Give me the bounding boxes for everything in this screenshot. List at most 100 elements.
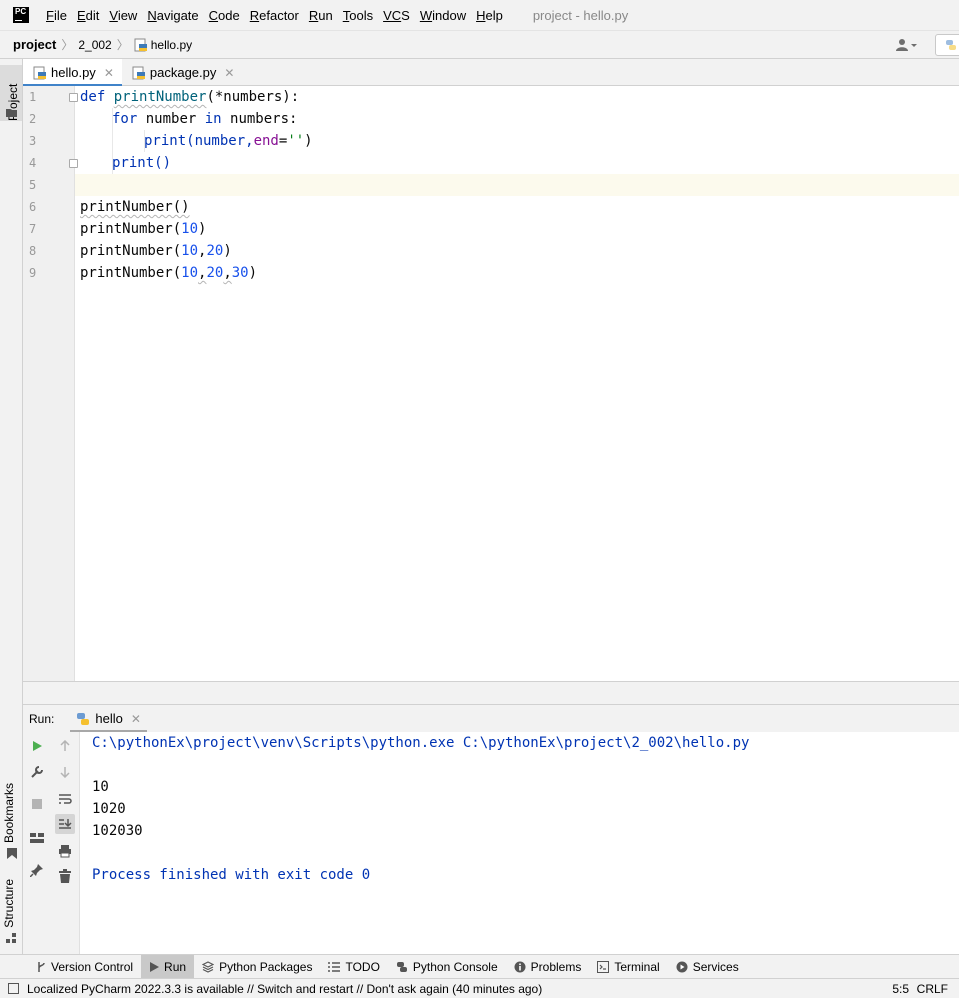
arrow-down-icon bbox=[60, 767, 70, 778]
code-editor[interactable]: 1 2 3 4 5 6 7 8 9 def printNumber(*numbe… bbox=[23, 86, 959, 681]
console-output-line: 10 bbox=[92, 779, 109, 795]
todo-button[interactable]: TODO bbox=[320, 955, 387, 979]
services-button[interactable]: Services bbox=[668, 955, 747, 979]
status-message[interactable]: Localized PyCharm 2022.3.3 is available … bbox=[27, 982, 542, 996]
close-icon[interactable]: ✕ bbox=[131, 712, 141, 726]
python-file-icon bbox=[33, 66, 46, 79]
stop-button[interactable] bbox=[27, 794, 47, 814]
structure-icon bbox=[6, 933, 16, 943]
pycharm-logo-icon: PC bbox=[13, 7, 29, 23]
scroll-down-button[interactable] bbox=[55, 762, 75, 782]
python-console-label: Python Console bbox=[412, 959, 498, 974]
terminal-button[interactable]: Terminal bbox=[589, 955, 667, 979]
run-config-selector[interactable] bbox=[935, 34, 959, 56]
pin-icon bbox=[30, 864, 43, 877]
caret-position[interactable]: 5:5 bbox=[892, 982, 909, 996]
code-line-7: printNumber(10) bbox=[80, 221, 207, 237]
stop-icon bbox=[32, 799, 42, 809]
fold-start-icon[interactable] bbox=[69, 93, 78, 102]
printer-icon bbox=[59, 845, 71, 858]
menu-file[interactable]: File bbox=[46, 8, 67, 23]
print-button[interactable] bbox=[55, 841, 75, 861]
code-line-4: print() bbox=[112, 155, 172, 171]
edit-config-button[interactable] bbox=[27, 762, 47, 782]
close-icon[interactable]: ✕ bbox=[224, 66, 234, 80]
python-packages-button[interactable]: Python Packages bbox=[194, 955, 320, 979]
status-bar: Localized PyCharm 2022.3.3 is available … bbox=[0, 978, 959, 998]
breadcrumb-separator-icon: 〉 bbox=[116, 38, 129, 52]
menu-edit[interactable]: Edit bbox=[77, 8, 99, 23]
menu-window[interactable]: Window bbox=[420, 8, 466, 23]
line-number: 6 bbox=[29, 200, 37, 214]
tab-label: package.py bbox=[149, 65, 217, 80]
breadcrumb-file[interactable]: hello.py bbox=[134, 38, 192, 52]
clear-all-button[interactable] bbox=[55, 866, 75, 886]
python-console-button[interactable]: Python Console bbox=[388, 955, 506, 979]
python-icon bbox=[946, 40, 956, 50]
run-tool-button[interactable]: Run bbox=[141, 954, 195, 979]
list-icon bbox=[328, 961, 341, 972]
run-tab-label: hello bbox=[95, 711, 123, 726]
user-account-icon[interactable] bbox=[895, 37, 919, 53]
breadcrumb-folder[interactable]: 2_002 bbox=[78, 38, 111, 52]
info-icon bbox=[514, 961, 526, 973]
menu-run[interactable]: Run bbox=[309, 8, 333, 23]
breadcrumb-file-label: hello.py bbox=[150, 37, 193, 52]
wrap-icon bbox=[59, 794, 72, 804]
services-label: Services bbox=[692, 959, 739, 974]
scroll-up-button[interactable] bbox=[55, 736, 75, 756]
menu-code[interactable]: Code bbox=[209, 8, 240, 23]
run-console[interactable]: C:\pythonEx\project\venv\Scripts\python.… bbox=[80, 732, 959, 954]
python-icon bbox=[396, 961, 408, 973]
editor-tabs: hello.py ✕ package.py ✕ bbox=[23, 59, 959, 87]
play-icon bbox=[149, 961, 160, 972]
fold-end-icon[interactable] bbox=[69, 159, 78, 168]
services-icon bbox=[676, 961, 688, 973]
toggle-tool-windows-icon[interactable] bbox=[8, 983, 19, 994]
run-panel-label: Run: bbox=[29, 711, 55, 726]
line-number: 8 bbox=[29, 244, 37, 258]
breadcrumb-separator-icon: 〉 bbox=[61, 38, 74, 52]
line-ending[interactable]: CRLF bbox=[917, 982, 948, 996]
python-icon bbox=[77, 712, 90, 725]
structure-tool-tab[interactable]: Structure bbox=[2, 879, 16, 928]
menu-navigate[interactable]: Navigate bbox=[147, 8, 198, 23]
problems-button[interactable]: Problems bbox=[506, 955, 590, 979]
close-icon[interactable]: ✕ bbox=[104, 66, 114, 80]
run-tab-hello[interactable]: hello ✕ bbox=[70, 705, 147, 733]
tab-package-py[interactable]: package.py ✕ bbox=[122, 59, 243, 86]
editor-gutter[interactable]: 1 2 3 4 5 6 7 8 9 bbox=[23, 86, 75, 681]
play-icon bbox=[33, 741, 42, 751]
breadcrumb-project[interactable]: project bbox=[13, 37, 56, 52]
version-control-button[interactable]: Version Control bbox=[28, 955, 141, 979]
line-number: 3 bbox=[29, 134, 37, 148]
scroll-to-end-icon bbox=[59, 819, 72, 829]
code-line-8: printNumber(10,20) bbox=[80, 243, 232, 259]
code-line-6: printNumber() bbox=[80, 199, 190, 215]
tab-hello-py[interactable]: hello.py ✕ bbox=[23, 59, 122, 87]
layout-button[interactable] bbox=[27, 828, 47, 848]
layers-icon bbox=[202, 960, 215, 973]
menu-view[interactable]: View bbox=[109, 8, 137, 23]
menu-vcs[interactable]: VCS bbox=[383, 8, 410, 23]
scroll-to-end-button[interactable] bbox=[55, 814, 75, 834]
run-panel-header: Run: hello ✕ bbox=[23, 704, 959, 733]
bookmarks-tool-tab[interactable]: Bookmarks bbox=[2, 783, 16, 843]
menu-bar: PC File Edit View Navigate Code Refactor… bbox=[0, 0, 959, 31]
bookmarks-tool-label: Bookmarks bbox=[2, 783, 16, 844]
version-control-label: Version Control bbox=[51, 959, 134, 974]
rerun-button[interactable] bbox=[27, 736, 47, 756]
branch-icon bbox=[36, 961, 46, 973]
wrench-icon bbox=[31, 766, 43, 778]
menu-tools[interactable]: Tools bbox=[343, 8, 373, 23]
menu-refactor[interactable]: Refactor bbox=[250, 8, 299, 23]
terminal-label: Terminal bbox=[614, 959, 660, 974]
soft-wrap-button[interactable] bbox=[55, 789, 75, 809]
pin-tab-button[interactable] bbox=[27, 860, 47, 880]
editor-horizontal-scrollbar[interactable] bbox=[23, 681, 959, 704]
line-number: 1 bbox=[29, 90, 37, 104]
line-number: 5 bbox=[29, 178, 37, 192]
console-exit-message: Process finished with exit code 0 bbox=[92, 867, 371, 883]
current-line-highlight bbox=[23, 174, 959, 196]
menu-help[interactable]: Help bbox=[476, 8, 503, 23]
